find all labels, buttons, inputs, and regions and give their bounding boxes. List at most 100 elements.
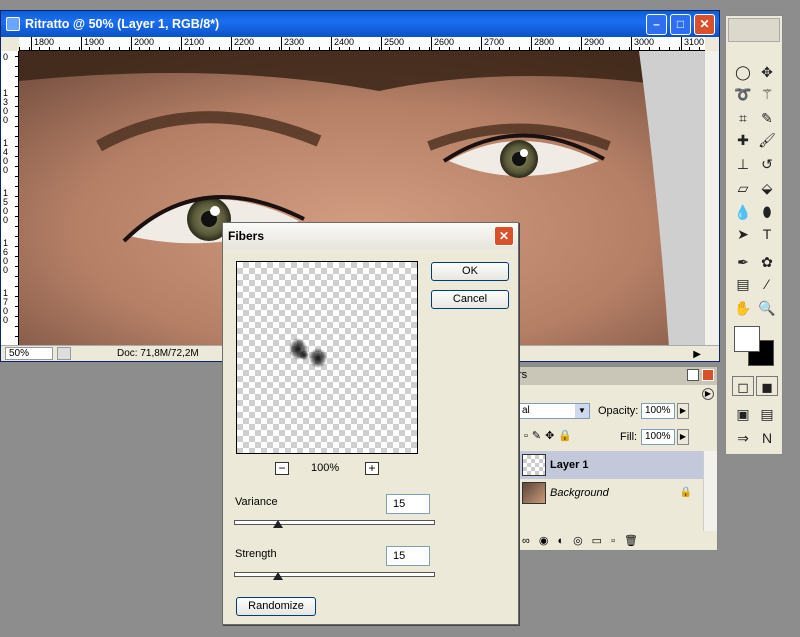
foreground-color-swatch[interactable]	[734, 326, 760, 352]
type-icon[interactable]: T	[756, 224, 778, 244]
ruler-tick-label: 2700	[481, 37, 504, 50]
standard-mode-icon[interactable]: ◻	[732, 376, 754, 396]
lock-icon: 🔒	[679, 487, 692, 498]
blend-mode-select[interactable]: al ▼	[518, 403, 590, 419]
variance-slider-thumb[interactable]	[273, 520, 284, 528]
strength-input[interactable]: 15	[386, 546, 430, 566]
opacity-field[interactable]: 100%	[641, 403, 675, 419]
layer-row-layer-1[interactable]: Layer 1	[516, 451, 704, 479]
panel-menu-icon[interactable]: ▶	[702, 388, 714, 400]
panel-minimize-icon[interactable]	[687, 369, 699, 381]
layers-tab[interactable]: rs	[518, 369, 527, 381]
maximize-button[interactable]: □	[670, 14, 691, 35]
path-selection-icon[interactable]: ➤	[732, 224, 754, 244]
ruler-tick-label: 2400	[331, 37, 354, 50]
clone-stamp-icon[interactable]: ⊥	[732, 154, 754, 174]
paint-bucket-icon[interactable]: ⬙	[756, 178, 778, 198]
document-titlebar[interactable]: Ritratto @ 50% (Layer 1, RGB/8*) – □ ✕	[1, 11, 719, 37]
eraser-icon[interactable]: ▱	[732, 178, 754, 198]
quick-mask-mode-icon[interactable]: ◼	[756, 376, 778, 396]
strength-label: Strength	[235, 548, 277, 560]
screen-mode-icon[interactable]: ▣	[732, 404, 754, 424]
move-icon[interactable]: ✥	[756, 62, 778, 82]
fullscreen-mode-icon[interactable]: ▤	[756, 404, 778, 424]
ruler-tick-label: 1700	[3, 288, 9, 325]
chevron-down-icon: ▼	[575, 404, 589, 418]
layers-panel-titlebar[interactable]: rs	[516, 367, 717, 385]
dialog-close-button[interactable]: ✕	[494, 226, 514, 246]
scroll-right-arrow-icon[interactable]: ▶	[693, 347, 701, 362]
ruler-tick-label: 2800	[531, 37, 554, 50]
fill-arrow-icon[interactable]: ▶	[677, 429, 689, 445]
filter-preview[interactable]	[236, 261, 418, 454]
ruler-tick-label: 2600	[431, 37, 454, 50]
strength-slider-thumb[interactable]	[273, 572, 284, 580]
ruler-tick-label: 0	[3, 52, 9, 62]
crop-icon[interactable]: ⌗	[732, 108, 754, 128]
close-button[interactable]: ✕	[694, 14, 715, 35]
layer-name: Background	[550, 487, 609, 499]
fill-field[interactable]: 100%	[641, 429, 675, 445]
layer-thumbnail	[522, 482, 546, 504]
dialog-title: Fibers	[228, 229, 265, 243]
fibers-dialog: Fibers ✕ − 100% + OK Cancel Variance 15 …	[222, 222, 519, 625]
zoom-field[interactable]: 50%	[5, 347, 53, 360]
ruler-tick-label: 2100	[181, 37, 204, 50]
feather-logo-icon	[728, 18, 780, 42]
imageready-icon[interactable]: N	[756, 428, 778, 448]
custom-shape-icon[interactable]: ✿	[756, 252, 778, 272]
horizontal-ruler: 1800 1900 2000 2100 2200 2300 2400 2500 2600 2700…	[19, 37, 705, 51]
slice-icon[interactable]: ✎	[756, 108, 778, 128]
layers-footer-icons[interactable]: ∞◉◐◎▭▫🗑	[522, 534, 647, 547]
preview-fiber-blob	[309, 348, 327, 368]
lasso-icon[interactable]: ➰	[732, 84, 754, 104]
blur-icon[interactable]: 💧	[732, 202, 754, 222]
photoshop-app-icon	[6, 17, 20, 31]
minimize-button[interactable]: –	[646, 14, 667, 35]
variance-label: Variance	[235, 496, 278, 508]
preview-fiber-blob	[299, 350, 309, 360]
lock-icons[interactable]: ▫✎✥🔒	[524, 429, 576, 442]
healing-brush-icon[interactable]: ✚	[732, 130, 754, 150]
panel-close-icon[interactable]	[702, 369, 714, 381]
randomize-button[interactable]: Randomize	[236, 597, 316, 616]
notes-icon[interactable]: ▤	[732, 274, 754, 294]
ruler-tick-label: 2300	[281, 37, 304, 50]
document-title: Ritratto @ 50% (Layer 1, RGB/8*)	[25, 17, 220, 31]
doc-size-info: Doc: 71,8M/72,2M	[117, 348, 199, 359]
opacity-arrow-icon[interactable]: ▶	[677, 403, 689, 419]
ruler-tick-label: 1800	[31, 37, 54, 50]
eyedropper-icon[interactable]: ⁄	[756, 274, 778, 294]
layers-panel: rs ▶ al ▼ Opacity: 100% ▶ ▫✎✥🔒 Fill: 100…	[515, 366, 718, 551]
ruler-tick-label: 3100	[681, 37, 704, 50]
layers-scrollbar[interactable]	[703, 451, 717, 531]
ok-button[interactable]: OK	[431, 262, 509, 281]
ruler-tick-label: 3000	[631, 37, 654, 50]
ruler-tick-label: 2200	[231, 37, 254, 50]
cancel-button[interactable]: Cancel	[431, 290, 509, 309]
zoom-icon[interactable]: 🔍	[756, 298, 778, 318]
pen-icon[interactable]: ✒	[732, 252, 754, 272]
zoom-in-button[interactable]: +	[365, 462, 379, 475]
zoom-out-button[interactable]: −	[275, 462, 289, 475]
ruler-tick-label: 1500	[3, 188, 9, 225]
layer-row-background[interactable]: Background 🔒	[516, 479, 704, 507]
history-brush-icon[interactable]: ↺	[756, 154, 778, 174]
strength-slider-track[interactable]	[234, 572, 435, 577]
vertical-scrollbar[interactable]	[704, 51, 719, 347]
vertical-ruler: 0 1300 1400 1500 1600 1700	[1, 51, 19, 347]
hand-icon[interactable]: ✋	[732, 298, 754, 318]
variance-input[interactable]: 15	[386, 494, 430, 514]
layer-thumbnail	[522, 454, 546, 476]
brush-icon[interactable]: 🖌	[756, 130, 778, 150]
opacity-label: Opacity:	[598, 405, 639, 417]
sponge-icon[interactable]: ⬮	[756, 202, 778, 222]
status-menu-icon[interactable]	[57, 347, 71, 360]
variance-slider-track[interactable]	[234, 520, 435, 525]
magic-wand-icon[interactable]: ⚚	[756, 84, 778, 104]
blend-mode-value: al	[522, 405, 530, 416]
dialog-titlebar[interactable]: Fibers ✕	[223, 223, 518, 249]
tools-panel: ◯ ✥ ➰ ⚚ ⌗ ✎ ✚ 🖌 ⊥ ↺ ▱ ⬙ 💧 ⬮ ➤ T ✒ ✿ ▤ ⁄ ✋ 🔍 ◻ ◼ ▣ ▤ ⇒ N	[725, 15, 783, 455]
jump-to-imageready-icon[interactable]: ⇒	[732, 428, 754, 448]
marquee-ellipse-icon[interactable]: ◯	[732, 62, 754, 82]
